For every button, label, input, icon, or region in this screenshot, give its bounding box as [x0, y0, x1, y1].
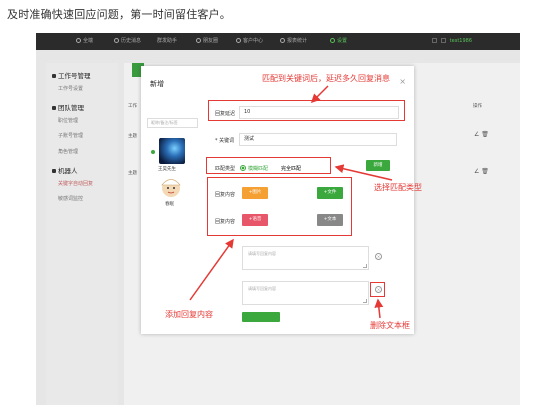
submit-button[interactable]: [242, 312, 280, 322]
nav-item-broadcast[interactable]: 群发助手: [157, 33, 177, 50]
sidebar-item-sensitive-words[interactable]: 敏感词监控: [58, 195, 83, 202]
row-actions[interactable]: ∠ 🗑: [474, 131, 489, 138]
nav-item-home[interactable]: 全端: [76, 33, 93, 50]
sidebar-group-work[interactable]: 工作号管理: [52, 70, 91, 80]
chart-icon: [280, 38, 285, 43]
add-reply-button[interactable]: 新增: [366, 160, 390, 171]
annotation-delay: 匹配到关键词后，延迟多久回复消息: [262, 74, 390, 83]
annotation-delete-text: 删除文本框: [370, 321, 410, 330]
sidebar-item-roles[interactable]: 角色管理: [58, 148, 78, 155]
avatar[interactable]: [160, 176, 182, 198]
history-icon: [114, 38, 119, 43]
sidebar-group-robot[interactable]: 机器人: [52, 165, 78, 175]
page-caption: 及时准确快速回应问题，第一时间留住客户。: [7, 8, 231, 21]
annotation-add-content: 添加回复内容: [165, 310, 213, 319]
annotation-box-reply: [207, 177, 352, 236]
annotation-box-delete: [370, 282, 385, 297]
robot-icon: [52, 169, 56, 173]
team-icon: [52, 106, 56, 110]
moments-icon: [196, 38, 201, 43]
nav-item-history[interactable]: 历史消息: [114, 33, 141, 50]
modal-title: 新增: [150, 80, 164, 88]
settings-icon: [330, 38, 335, 43]
reply-text-area[interactable]: 请填写回复内容: [242, 246, 369, 270]
contact-search-input[interactable]: 昵称/备注/标签: [147, 118, 198, 128]
row-actions[interactable]: ∠ 🗑: [474, 168, 489, 175]
sidebar-item-positions[interactable]: 职位管理: [58, 117, 78, 124]
annotation-match: 选择匹配类型: [374, 183, 422, 192]
username: test1986: [449, 38, 472, 44]
sidebar-group-team[interactable]: 团队管理: [52, 102, 84, 112]
sidebar-item-work-settings[interactable]: 工作号设置: [58, 85, 83, 92]
close-icon[interactable]: ×: [399, 77, 406, 86]
sidebar-item-sub-accounts[interactable]: 子账号管理: [58, 132, 83, 139]
delete-textbox-icon[interactable]: ×: [375, 253, 382, 260]
top-nav-bar: 全端 历史消息 群发助手 朋友圈 客户中心 报表统计 设置 test1986: [36, 33, 520, 50]
sidebar-item-keyword-reply[interactable]: 关键字自动回复: [58, 180, 93, 187]
nav-item-reports[interactable]: 报表统计: [280, 33, 307, 50]
resize-handle[interactable]: [363, 264, 367, 268]
annotation-box-match: [206, 157, 331, 174]
reply-text-area[interactable]: 请填写回复内容: [242, 281, 369, 305]
contact-name: 春眠: [165, 202, 174, 207]
keyword-label: * 关键词: [215, 138, 235, 144]
nav-item-moments[interactable]: 朋友圈: [196, 33, 218, 50]
bell-icon: [431, 38, 437, 43]
work-icon: [52, 74, 56, 78]
keyword-input[interactable]: 测试: [239, 133, 397, 146]
message-icon: [440, 38, 446, 43]
resize-handle[interactable]: [363, 299, 367, 303]
table-row: 主题: [128, 134, 137, 139]
sidebar: 工作号管理 工作号设置 团队管理 职位管理 子账号管理 角色管理 机器人 关键字…: [46, 63, 118, 405]
nav-item-settings[interactable]: 设置: [330, 33, 347, 50]
top-user-area[interactable]: test1986: [431, 33, 472, 50]
contact-name: 王昊先生: [158, 167, 176, 172]
table-header-op: 操作: [473, 104, 482, 109]
table-header-left: 工作: [128, 104, 137, 109]
user-icon: [236, 38, 241, 43]
online-indicator: [151, 150, 155, 154]
avatar[interactable]: [159, 138, 185, 164]
table-row: 主题: [128, 171, 137, 176]
home-icon: [76, 38, 81, 43]
annotation-box-delay: [208, 100, 405, 121]
nav-item-customers[interactable]: 客户中心: [236, 33, 263, 50]
